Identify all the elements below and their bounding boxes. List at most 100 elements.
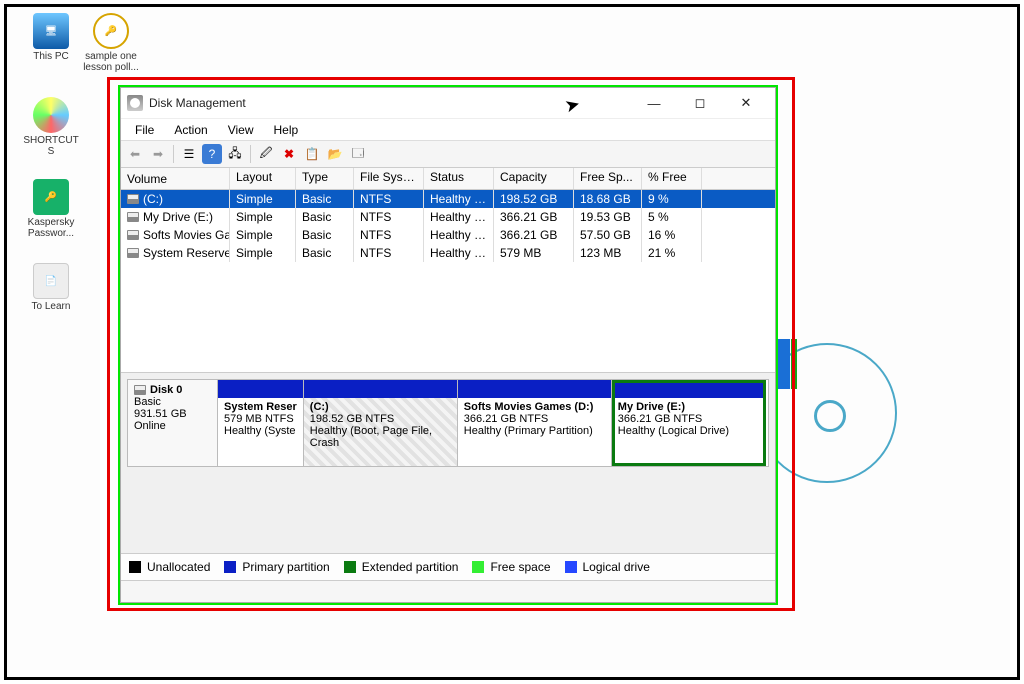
disk-graphic-pane: Disk 0 Basic 931.51 GB Online System Res… — [121, 373, 775, 553]
vol-free: 57.50 GB — [574, 226, 642, 244]
vol-type: Basic — [296, 226, 354, 244]
delete-button[interactable]: ✖ — [279, 144, 299, 164]
drive-icon — [127, 230, 139, 240]
vol-layout: Simple — [230, 244, 296, 262]
vol-status: Healthy (P... — [424, 226, 494, 244]
toolbar: ⬅ ➡ ☰ ? 🖧 🖉 ✖ 📋 📂 🗔 — [121, 140, 775, 168]
vol-fs: NTFS — [354, 244, 424, 262]
vol-capacity: 366.21 GB — [494, 226, 574, 244]
partition[interactable]: My Drive (E:) 366.21 GB NTFS Healthy (Lo… — [612, 380, 766, 466]
back-button[interactable]: ⬅ — [125, 144, 145, 164]
volume-header: Volume Layout Type File System Status Ca… — [121, 168, 775, 190]
settings-button[interactable]: 🖉 — [256, 144, 276, 164]
col-volume[interactable]: Volume — [121, 168, 230, 189]
partition-status: Healthy (Syste — [224, 425, 297, 437]
partition-stripe — [304, 380, 457, 398]
drive-icon — [127, 248, 139, 258]
desktop-icon-label: sample one lesson poll... — [81, 51, 141, 73]
menu-file[interactable]: File — [125, 121, 164, 139]
vol-status: Healthy (L... — [424, 208, 494, 226]
action3-button[interactable]: 🗔 — [348, 144, 368, 164]
vol-capacity: 198.52 GB — [494, 190, 574, 208]
vol-layout: Simple — [230, 208, 296, 226]
action2-button[interactable]: 📂 — [325, 144, 345, 164]
partition[interactable]: (C:) 198.52 GB NTFS Healthy (Boot, Page … — [304, 380, 458, 466]
vol-layout: Simple — [230, 190, 296, 208]
col-status[interactable]: Status — [424, 168, 494, 189]
desktop-icon-label: To Learn — [21, 301, 81, 312]
close-button[interactable]: ✕ — [723, 88, 769, 118]
app-icon — [127, 95, 143, 111]
partition-name: (C:) — [310, 401, 451, 413]
maximize-button[interactable]: ◻ — [677, 88, 723, 118]
col-filesystem[interactable]: File System — [354, 168, 424, 189]
legend-label: Free space — [490, 560, 550, 574]
volume-list: Volume Layout Type File System Status Ca… — [121, 168, 775, 373]
disk-icon — [134, 385, 146, 395]
legend-swatch — [565, 561, 577, 573]
vol-name: My Drive (E:) — [143, 210, 213, 224]
help-button[interactable]: ? — [202, 144, 222, 164]
disk-row[interactable]: Disk 0 Basic 931.51 GB Online System Res… — [127, 379, 769, 467]
desktop-icon-shortcuts[interactable]: SHORTCUTS — [21, 97, 81, 157]
col-pctfree[interactable]: % Free — [642, 168, 702, 189]
fwd-button[interactable]: ➡ — [148, 144, 168, 164]
volume-row[interactable]: Softs Movies Gam...SimpleBasicNTFSHealth… — [121, 226, 775, 244]
legend-label: Extended partition — [362, 560, 459, 574]
disk-info: Disk 0 Basic 931.51 GB Online — [128, 380, 218, 466]
desktop-icon-this-pc[interactable]: 🖥 This PC — [21, 13, 81, 62]
partition-stripe — [218, 380, 303, 398]
vol-name: Softs Movies Gam... — [143, 228, 230, 242]
desktop-icon-label: SHORTCUTS — [21, 135, 81, 157]
partition-name: Softs Movies Games (D:) — [464, 401, 605, 413]
partition[interactable]: Softs Movies Games (D:) 366.21 GB NTFS H… — [458, 380, 612, 466]
views-button[interactable]: ☰ — [179, 144, 199, 164]
window-title: Disk Management — [149, 96, 246, 110]
col-type[interactable]: Type — [296, 168, 354, 189]
refresh-button[interactable]: 🖧 — [225, 144, 245, 164]
partition-size: 198.52 GB NTFS — [310, 413, 451, 425]
vol-pct: 16 % — [642, 226, 702, 244]
legend-swatch — [224, 561, 236, 573]
volume-row[interactable]: System ReservedSimpleBasicNTFSHealthy (S… — [121, 244, 775, 262]
disk-status: Online — [134, 420, 211, 432]
disk-size: 931.51 GB — [134, 408, 211, 420]
vol-pct: 9 % — [642, 190, 702, 208]
titlebar[interactable]: Disk Management — ◻ ✕ — [121, 88, 775, 118]
vol-pct: 21 % — [642, 244, 702, 262]
vol-free: 19.53 GB — [574, 208, 642, 226]
partition-name: System Reser — [224, 401, 297, 413]
menu-action[interactable]: Action — [164, 121, 217, 139]
vol-fs: NTFS — [354, 190, 424, 208]
vol-type: Basic — [296, 208, 354, 226]
desktop-icon-tolearn[interactable]: 📄 To Learn — [21, 263, 81, 312]
partition-name: My Drive (E:) — [618, 401, 759, 413]
vol-fs: NTFS — [354, 208, 424, 226]
volume-row[interactable]: My Drive (E:) SimpleBasicNTFSHealthy (L..… — [121, 208, 775, 226]
desktop-icon-kaspersky[interactable]: 🔑 Kaspersky Passwor... — [21, 179, 81, 239]
desktop-icon-label: Kaspersky Passwor... — [21, 217, 81, 239]
vol-capacity: 579 MB — [494, 244, 574, 262]
action1-button[interactable]: 📋 — [302, 144, 322, 164]
col-layout[interactable]: Layout — [230, 168, 296, 189]
vol-name: System Reserved — [143, 246, 230, 260]
partition-status: Healthy (Logical Drive) — [618, 425, 759, 437]
legend: UnallocatedPrimary partitionExtended par… — [121, 553, 775, 580]
volume-row[interactable]: (C:)SimpleBasicNTFSHealthy (B...198.52 G… — [121, 190, 775, 208]
vol-capacity: 366.21 GB — [494, 208, 574, 226]
statusbar — [121, 580, 775, 602]
menu-help[interactable]: Help — [264, 121, 309, 139]
minimize-button[interactable]: — — [631, 88, 677, 118]
desktop-icon-sample[interactable]: 🔑 sample one lesson poll... — [81, 13, 141, 73]
col-capacity[interactable]: Capacity — [494, 168, 574, 189]
col-freespace[interactable]: Free Sp... — [574, 168, 642, 189]
vol-free: 123 MB — [574, 244, 642, 262]
menu-view[interactable]: View — [218, 121, 264, 139]
partition[interactable]: System Reser 579 MB NTFS Healthy (Syste — [218, 380, 304, 466]
drive-icon — [127, 212, 139, 222]
legend-label: Unallocated — [147, 560, 210, 574]
partition-size: 366.21 GB NTFS — [464, 413, 605, 425]
vol-type: Basic — [296, 244, 354, 262]
partition-status: Healthy (Boot, Page File, Crash — [310, 425, 451, 449]
drive-icon — [127, 194, 139, 204]
